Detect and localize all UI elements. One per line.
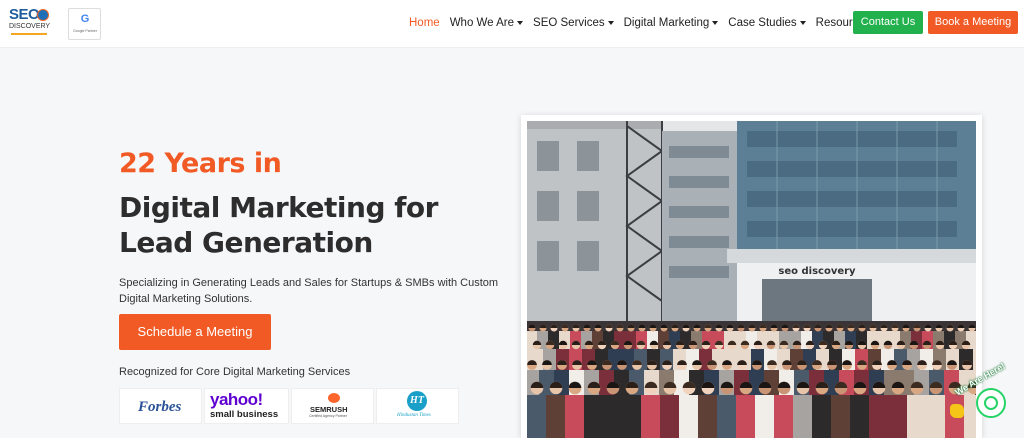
nav-item-home[interactable]: Home	[409, 17, 440, 29]
nav-item-who-we-are[interactable]: Who We Are	[449, 17, 524, 29]
crowd-person-body	[603, 395, 623, 438]
crowd-person-body	[679, 395, 699, 438]
hero-title-line-1: Digital Marketing for	[119, 191, 438, 224]
crowd-person-body	[774, 395, 794, 438]
semrush-subtext: Certified Agency Partner	[309, 414, 347, 418]
crowd-person-body	[793, 395, 813, 438]
nav-item-seo-services[interactable]: SEO Services	[533, 17, 614, 29]
crowd-person-body	[546, 395, 566, 438]
nav-item-label: Digital Marketing	[623, 17, 710, 29]
logo-tagline-bar	[11, 33, 47, 35]
caret-down-icon	[607, 21, 614, 25]
nav-item-label: Case Studies	[728, 17, 797, 29]
caret-down-icon	[517, 21, 524, 25]
book-meeting-button[interactable]: Book a Meeting	[928, 11, 1018, 34]
crowd-person-body	[926, 395, 946, 438]
main-nav: Home Who We Are SEO Services Digital Mar…	[409, 14, 890, 32]
ht-wordmark: Hindustan Times	[397, 413, 431, 418]
crowd-person-body	[736, 395, 756, 438]
contact-us-button[interactable]: Contact Us	[853, 11, 923, 34]
crowd-person-body	[831, 395, 851, 438]
crowd-person-body	[660, 395, 680, 438]
google-partner-badge: G Google Partner	[68, 8, 101, 40]
crowd-person-body	[641, 395, 661, 438]
schedule-meeting-button[interactable]: Schedule a Meeting	[119, 314, 271, 350]
logo-subtext: DISCOVERY	[9, 23, 51, 30]
team-photo-illustration: seo discovery	[527, 121, 976, 438]
crowd-person-body	[812, 395, 832, 438]
yahoo-wordmark: yahoo!	[210, 390, 263, 409]
hero-subtitle: Specializing in Generating Leads and Sal…	[119, 277, 499, 305]
nav-item-label: Who We Are	[449, 17, 515, 29]
nav-item-digital-marketing[interactable]: Digital Marketing	[624, 17, 719, 29]
forbes-logo: Forbes	[119, 388, 202, 424]
caret-down-icon	[712, 21, 719, 25]
logo-wordmark: SEO	[9, 6, 40, 23]
hero-kicker: 22 Years in	[119, 148, 282, 179]
hindustan-times-logo: HT Hindustan Times	[376, 388, 459, 424]
google-partner-label: Google Partner	[73, 29, 97, 33]
crowd-person-body	[622, 395, 642, 438]
crowd-person-body	[755, 395, 775, 438]
hero-title-line-2: Lead Generation	[119, 226, 373, 259]
building-sign: seo discovery	[778, 266, 856, 277]
yahoo-subtext: small business	[210, 409, 279, 420]
recognized-label: Recognized for Core Digital Marketing Se…	[119, 366, 351, 378]
crowd-person-body	[527, 395, 547, 438]
site-header: SEO DISCOVERY G Google Partner Home Who …	[0, 0, 1024, 48]
team-photo: seo discovery	[527, 121, 976, 438]
waving-hand-icon	[950, 404, 964, 418]
caret-down-icon	[799, 21, 806, 25]
whatsapp-widget[interactable]: We Are Here!	[946, 361, 1024, 438]
nav-item-label: SEO Services	[533, 17, 605, 29]
phone-icon	[984, 396, 998, 410]
crowd-person-body	[869, 395, 889, 438]
semrush-logo: SEMRUSH Certified Agency Partner	[291, 388, 374, 424]
nav-item-case-studies[interactable]: Case Studies	[728, 17, 806, 29]
nav-item-label: Home	[409, 17, 440, 29]
google-icon: G	[80, 13, 90, 25]
seo-discovery-logo[interactable]: SEO DISCOVERY	[8, 6, 52, 42]
crowd-person-body	[565, 395, 585, 438]
globe-icon	[37, 9, 49, 21]
crowd-person-body	[698, 395, 718, 438]
crowd-person-body	[717, 395, 737, 438]
crowd-person-body	[850, 395, 870, 438]
crowd-person-body	[584, 395, 604, 438]
press-logos: Forbes yahoo! small business SEMRUSH Cer…	[119, 388, 461, 424]
whatsapp-icon[interactable]	[976, 388, 1006, 418]
ht-mark-icon: HT	[407, 391, 427, 411]
forbes-wordmark: Forbes	[138, 399, 182, 415]
yahoo-small-business-logo: yahoo! small business	[204, 388, 289, 424]
semrush-flame-icon	[328, 393, 340, 403]
semrush-wordmark: SEMRUSH	[310, 405, 348, 414]
hero-title: Digital Marketing for Lead Generation	[119, 190, 499, 260]
crowd-person-body	[907, 395, 927, 438]
crowd-person-body	[888, 395, 908, 438]
